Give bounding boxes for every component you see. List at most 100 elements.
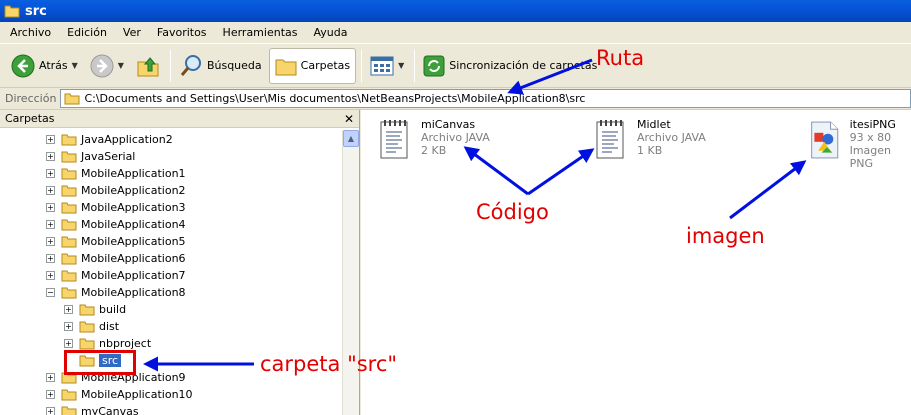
views-button[interactable]: ▼: [365, 48, 409, 84]
address-path: C:\Documents and Settings\User\Mis docum…: [84, 92, 586, 105]
menu-favoritos[interactable]: Favoritos: [149, 26, 215, 39]
expand-icon[interactable]: +: [64, 322, 73, 331]
folder-icon: [61, 134, 77, 146]
menu-ayuda[interactable]: Ayuda: [305, 26, 355, 39]
expand-icon[interactable]: +: [46, 203, 55, 212]
folder-icon: [4, 5, 20, 18]
forward-button[interactable]: ▼: [85, 48, 129, 84]
address-input[interactable]: C:\Documents and Settings\User\Mis docum…: [60, 89, 911, 108]
toolbar-separator: [414, 49, 416, 82]
folder-icon: [79, 304, 95, 316]
expand-icon[interactable]: +: [64, 339, 73, 348]
folder-icon: [61, 151, 77, 163]
file-size: 1 KB: [637, 144, 663, 157]
folder-icon: [61, 168, 77, 180]
annotation-ruta: Ruta: [596, 46, 645, 70]
tree-item[interactable]: + build: [64, 301, 126, 318]
tree-item-label: MobileApplication10: [81, 388, 193, 401]
folder-icon: [61, 287, 77, 299]
tree-item-label: nbproject: [99, 337, 152, 350]
expand-icon[interactable]: +: [46, 271, 55, 280]
tree-item[interactable]: + JavaApplication2: [46, 131, 173, 148]
forward-dropdown-icon[interactable]: ▼: [118, 61, 124, 70]
expand-icon[interactable]: +: [46, 169, 55, 178]
menu-ver[interactable]: Ver: [115, 26, 149, 39]
menu-bar: Archivo Edición Ver Favoritos Herramient…: [0, 22, 911, 44]
folders-label: Carpetas: [300, 59, 351, 72]
search-label: Búsqueda: [206, 59, 262, 72]
tree-item-label: JavaSerial: [81, 150, 136, 163]
folders-button[interactable]: Carpetas: [268, 47, 357, 84]
tree-item-label: MobileApplication4: [81, 218, 186, 231]
tree-item-label: MobileApplication2: [81, 184, 186, 197]
tree-item[interactable]: + dist: [64, 318, 119, 335]
menu-edicion[interactable]: Edición: [59, 26, 115, 39]
expand-icon[interactable]: +: [46, 390, 55, 399]
tree-item-label: myCanvas: [81, 405, 139, 415]
sync-icon: [423, 55, 445, 76]
file-item-micanvas[interactable]: miCanvas Archivo JAVA 2 KB: [377, 118, 490, 162]
tree-item[interactable]: + JavaSerial: [46, 148, 135, 165]
expand-icon[interactable]: +: [46, 254, 55, 263]
file-item-itesipng[interactable]: itesiPNG 93 x 80 Imagen PNG: [809, 118, 911, 170]
back-dropdown-icon[interactable]: ▼: [72, 61, 78, 70]
tree-item[interactable]: + MobileApplication7: [46, 267, 186, 284]
toolbar: Atrás ▼ ▼ Búsqueda Carpetas ▼ Sincroniza…: [0, 44, 911, 88]
tree-item[interactable]: − MobileApplication8: [46, 284, 186, 301]
toolbar-separator: [169, 49, 171, 82]
expand-icon[interactable]: +: [46, 220, 55, 229]
file-view: miCanvas Archivo JAVA 2 KB Midlet Archiv…: [361, 110, 911, 415]
tree-item[interactable]: + MobileApplication5: [46, 233, 186, 250]
folder-icon: [61, 253, 77, 265]
expand-icon[interactable]: +: [46, 135, 55, 144]
tree-item[interactable]: + MobileApplication2: [46, 182, 186, 199]
tree-item-label: build: [99, 303, 127, 316]
tree-item[interactable]: + myCanvas: [46, 403, 139, 415]
tree-item-label: MobileApplication5: [81, 235, 186, 248]
tree-item[interactable]: + MobileApplication3: [46, 199, 186, 216]
tree-item[interactable]: + MobileApplication10: [46, 386, 193, 403]
annotation-imagen: imagen: [686, 224, 765, 248]
tree-item-label: dist: [99, 320, 120, 333]
folder-icon: [61, 219, 77, 231]
back-arrow-icon: [11, 54, 35, 77]
search-button[interactable]: Búsqueda: [174, 48, 267, 84]
menu-herramientas[interactable]: Herramientas: [215, 26, 306, 39]
folder-icon: [61, 202, 77, 214]
tree-item-label: MobileApplication8: [81, 286, 186, 299]
folders-panel-header: Carpetas ✕: [0, 110, 359, 128]
expand-icon[interactable]: +: [46, 186, 55, 195]
folder-icon: [61, 389, 77, 401]
folder-icon: [61, 270, 77, 282]
tree-item[interactable]: + MobileApplication4: [46, 216, 186, 233]
back-button[interactable]: Atrás ▼: [6, 48, 83, 84]
file-type: Archivo JAVA: [637, 131, 706, 144]
close-icon[interactable]: ✕: [344, 112, 354, 126]
expand-icon[interactable]: +: [46, 407, 55, 415]
folder-icon: [61, 185, 77, 197]
folder-icon: [79, 338, 95, 350]
toolbar-separator: [361, 49, 363, 82]
collapse-icon[interactable]: −: [46, 288, 55, 297]
back-label: Atrás: [39, 59, 68, 72]
sync-button[interactable]: Sincronización de carpetas: [418, 48, 602, 84]
expand-icon[interactable]: +: [46, 373, 55, 382]
expand-icon[interactable]: +: [64, 305, 73, 314]
scroll-up-arrow-icon[interactable]: ▲: [343, 130, 359, 147]
up-folder-button[interactable]: [131, 48, 165, 84]
window-title: src: [25, 3, 47, 19]
sync-label: Sincronización de carpetas: [449, 59, 598, 72]
tree-item[interactable]: + MobileApplication6: [46, 250, 186, 267]
file-item-midlet[interactable]: Midlet Archivo JAVA 1 KB: [593, 118, 706, 162]
expand-icon[interactable]: +: [46, 237, 55, 246]
title-bar: src: [0, 0, 911, 22]
tree-item[interactable]: + MobileApplication1: [46, 165, 186, 182]
file-name: miCanvas: [421, 118, 476, 131]
views-dropdown-icon[interactable]: ▼: [398, 61, 404, 70]
file-type: Archivo JAVA: [421, 131, 490, 144]
file-dimensions: 93 x 80: [849, 131, 892, 144]
address-bar: Dirección C:\Documents and Settings\User…: [0, 88, 911, 110]
java-file-icon: [596, 120, 624, 159]
menu-archivo[interactable]: Archivo: [2, 26, 59, 39]
expand-icon[interactable]: +: [46, 152, 55, 161]
